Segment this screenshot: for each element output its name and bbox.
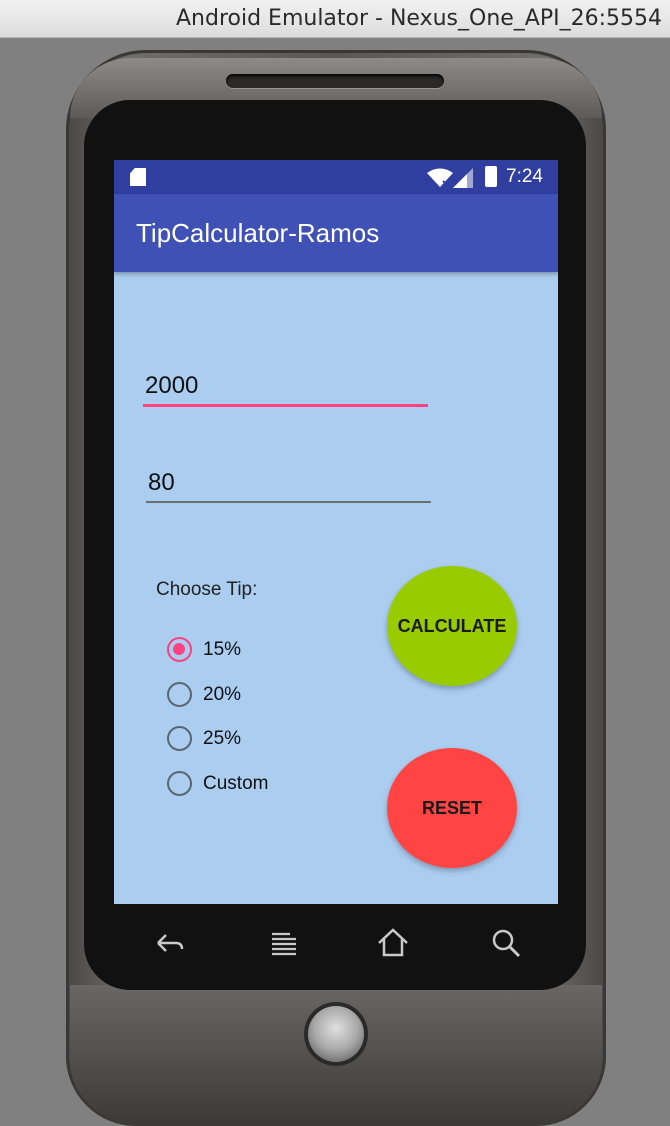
radio-button-checked[interactable]: [167, 637, 192, 662]
tip-option-label: Custom: [203, 773, 269, 794]
trackball-button[interactable]: [308, 1006, 364, 1062]
choose-tip-label: Choose Tip:: [156, 579, 258, 600]
earpiece-speaker: [226, 74, 444, 88]
back-icon[interactable]: [152, 925, 188, 961]
tip-option-label: 25%: [203, 728, 242, 749]
app-title: TipCalculator-Ramos: [136, 218, 380, 248]
second-value-input[interactable]: [146, 469, 431, 501]
device-screen: 7:24 TipCalculator-Ramos Choose Tip: 15%…: [114, 160, 558, 904]
reset-button[interactable]: RESET: [387, 748, 517, 868]
radio-button[interactable]: [167, 771, 192, 796]
status-clock: 7:24: [506, 166, 543, 187]
bill-amount-field[interactable]: [143, 372, 428, 407]
cell-signal-icon: [453, 168, 473, 188]
app-bar: TipCalculator-Ramos: [114, 194, 558, 272]
window-title: Android Emulator - Nexus_One_API_26:5554: [176, 6, 662, 31]
battery-icon: [485, 166, 497, 187]
calculate-button[interactable]: CALCULATE: [387, 566, 517, 686]
radio-button[interactable]: [167, 682, 192, 707]
tip-option-label: 20%: [203, 684, 242, 705]
emulator-title-bar: Android Emulator - Nexus_One_API_26:5554: [0, 0, 670, 38]
status-bar: 7:24: [114, 160, 558, 194]
bill-amount-input[interactable]: [143, 372, 428, 404]
tip-option-label: 15%: [203, 639, 242, 660]
home-icon[interactable]: [375, 925, 411, 961]
radio-button[interactable]: [167, 726, 192, 751]
menu-icon[interactable]: [266, 925, 302, 961]
wifi-icon: [427, 168, 453, 188]
sd-card-icon: [130, 168, 146, 186]
search-icon[interactable]: [488, 925, 524, 961]
second-value-field[interactable]: [146, 469, 431, 503]
